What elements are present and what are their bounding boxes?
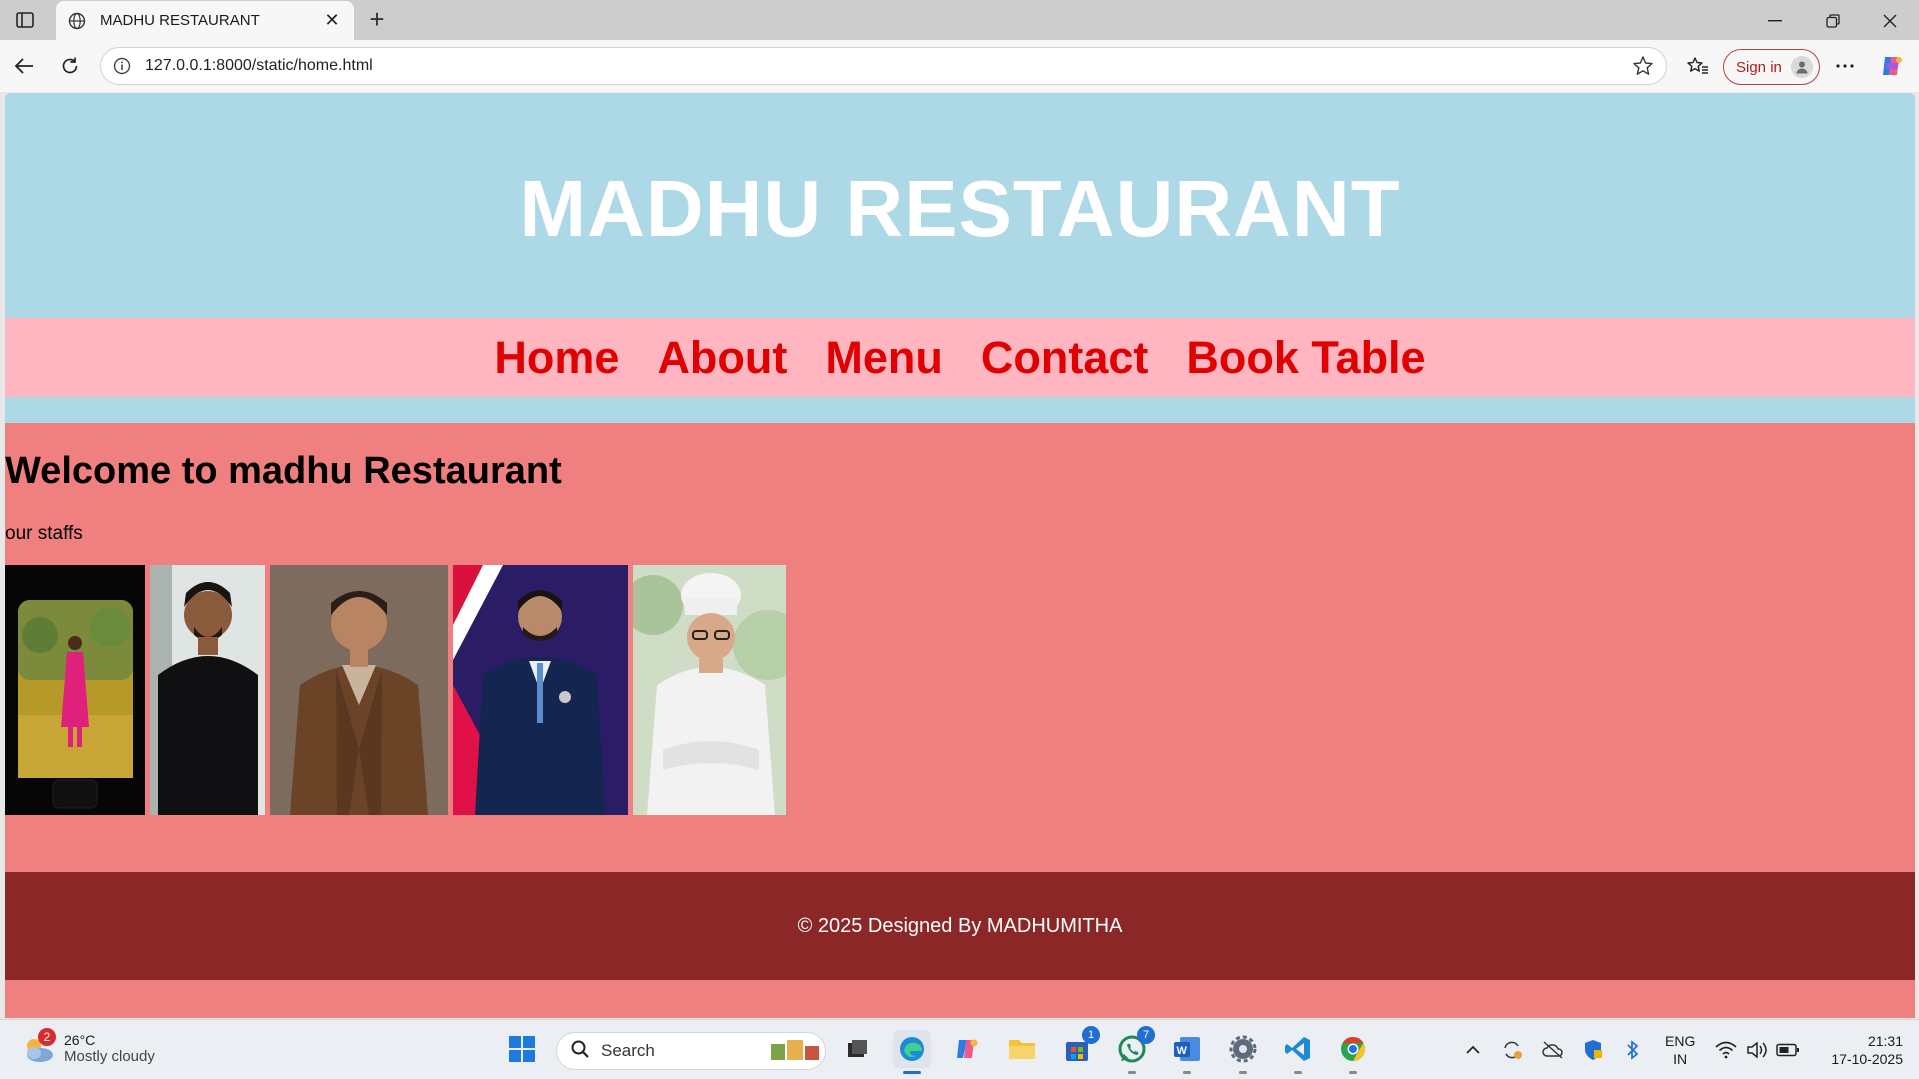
site-title: MADHU RESTAURANT	[519, 163, 1401, 253]
nav-spacer	[5, 397, 1915, 423]
whatsapp-badge: 7	[1137, 1026, 1155, 1044]
new-tab-icon[interactable]: +	[364, 6, 390, 34]
tab-bar: MADHU RESTAURANT ✕ +	[0, 0, 1919, 40]
temperature: 26°C	[64, 1031, 96, 1048]
welcome-heading: Welcome to madhu Restaurant	[5, 450, 562, 492]
more-options-icon[interactable]	[1830, 51, 1860, 81]
staff-photo-4	[453, 565, 628, 815]
file-explorer-icon[interactable]	[1003, 1030, 1041, 1068]
back-icon[interactable]	[9, 51, 39, 81]
lang-line-2: IN	[1673, 1051, 1688, 1067]
task-view-icon[interactable]	[838, 1030, 876, 1068]
settings-gear-icon[interactable]	[1224, 1030, 1262, 1074]
active-tab[interactable]: MADHU RESTAURANT ✕	[56, 1, 354, 40]
footer-text: © 2025 Designed By MADHUMITHA	[797, 914, 1123, 937]
site-header: MADHU RESTAURANT	[5, 93, 1915, 318]
tab-title: MADHU RESTAURANT	[100, 12, 260, 29]
language-indicator[interactable]: ENG IN	[1665, 1032, 1695, 1068]
clock-time: 21:31	[1867, 1033, 1903, 1049]
search-label: Search	[601, 1041, 655, 1060]
store-badge: 1	[1082, 1026, 1100, 1044]
whatsapp-icon[interactable]: 7	[1113, 1026, 1155, 1074]
profile-avatar-icon	[1791, 56, 1813, 78]
copilot-icon[interactable]	[1877, 51, 1907, 81]
bluetooth-icon[interactable]	[1621, 1038, 1645, 1062]
staff-photo-3	[270, 565, 448, 815]
site-nav: Home About Menu Contact Book Table	[5, 318, 1915, 397]
battery-icon[interactable]	[1776, 1038, 1800, 1062]
clock-date: 17-10-2025	[1831, 1051, 1903, 1067]
weather-cloud-icon: 2	[20, 1028, 56, 1066]
page-viewport: MADHU RESTAURANT Home About Menu Contact…	[5, 93, 1915, 1018]
weather-badge: 2	[38, 1028, 56, 1046]
chrome-icon[interactable]	[1334, 1030, 1372, 1074]
search-icon	[571, 1040, 589, 1063]
staff-gallery	[5, 565, 786, 815]
main-section: Welcome to madhu Restaurant our staffs	[5, 423, 1915, 872]
reload-icon[interactable]	[55, 51, 85, 81]
vscode-icon[interactable]	[1279, 1030, 1317, 1074]
weather-condition: Mostly cloudy	[64, 1047, 155, 1065]
staff-photo-5	[633, 565, 786, 815]
edge-icon[interactable]	[893, 1030, 931, 1074]
nav-menu-link[interactable]: Menu	[825, 332, 943, 384]
nav-contact-link[interactable]: Contact	[981, 332, 1149, 384]
globe-icon	[68, 11, 88, 31]
weather-widget[interactable]: 2 26°C Mostly cloudy	[20, 1028, 155, 1066]
staff-subheading: our staffs	[5, 523, 83, 544]
staff-photo-2	[150, 565, 265, 815]
security-shield-icon[interactable]	[1581, 1038, 1605, 1062]
url-text[interactable]: 127.0.0.1:8000/static/home.html	[145, 57, 1628, 75]
lang-line-1: ENG	[1665, 1033, 1696, 1049]
close-tab-icon[interactable]: ✕	[322, 10, 342, 31]
sign-in-button[interactable]: Sign in	[1723, 49, 1820, 85]
sync-icon[interactable]	[1500, 1038, 1524, 1062]
nav-home-link[interactable]: Home	[494, 332, 619, 384]
browser-toolbar: 127.0.0.1:8000/static/home.html Sign in	[0, 40, 1919, 92]
taskbar-search[interactable]: Search	[556, 1032, 826, 1070]
volume-icon[interactable]	[1745, 1038, 1769, 1062]
close-window-icon[interactable]	[1870, 8, 1910, 34]
svg-text:W: W	[1177, 1045, 1188, 1057]
nav-about-link[interactable]: About	[657, 332, 787, 384]
sign-in-label: Sign in	[1736, 58, 1782, 76]
address-bar[interactable]: 127.0.0.1:8000/static/home.html	[100, 47, 1667, 85]
system-clock[interactable]: 21:31 17-10-2025	[1815, 1032, 1903, 1068]
minimize-icon[interactable]	[1755, 8, 1795, 34]
cloud-off-icon[interactable]	[1541, 1038, 1565, 1062]
site-info-icon[interactable]	[113, 56, 133, 76]
restore-icon[interactable]	[1813, 8, 1853, 34]
favorites-icon[interactable]	[1683, 51, 1713, 81]
start-windows-icon[interactable]	[503, 1030, 541, 1068]
staff-photo-1	[5, 565, 145, 815]
taskbar: 2 26°C Mostly cloudy Search 1 7 W ENG IN…	[0, 1019, 1919, 1079]
wifi-icon[interactable]	[1714, 1038, 1738, 1062]
copilot-app-icon[interactable]	[948, 1030, 986, 1068]
tab-actions-icon[interactable]	[12, 8, 38, 32]
search-highlight-icon	[769, 1036, 825, 1067]
chevron-up-icon[interactable]	[1461, 1038, 1485, 1062]
word-icon[interactable]: W	[1168, 1030, 1206, 1074]
nav-book-table-link[interactable]: Book Table	[1186, 332, 1425, 384]
site-footer: © 2025 Designed By MADHUMITHA	[5, 872, 1915, 980]
store-icon[interactable]: 1	[1058, 1026, 1100, 1068]
favorite-star-icon[interactable]	[1628, 51, 1658, 81]
